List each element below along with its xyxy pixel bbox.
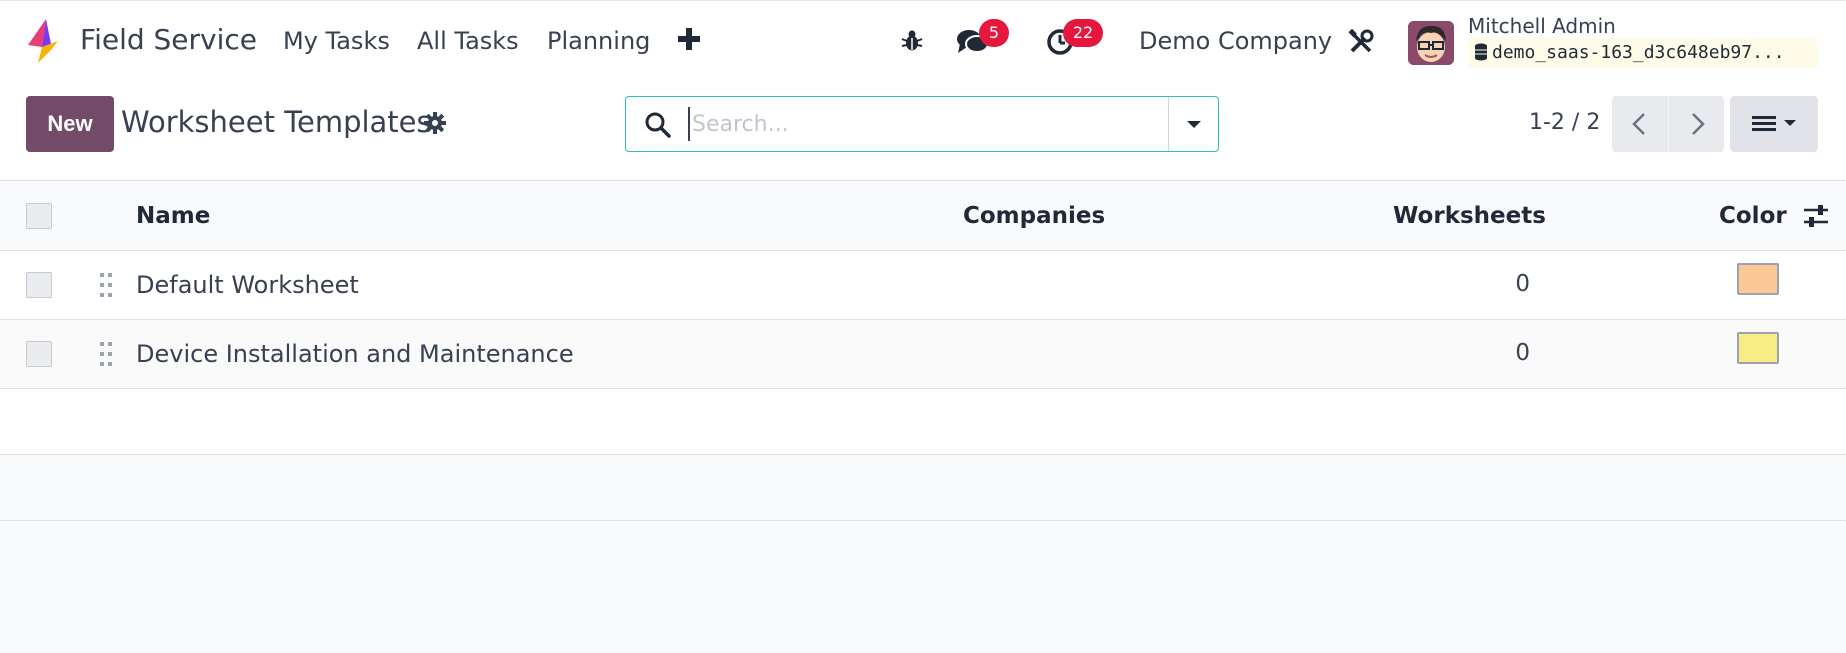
menu-all-tasks[interactable]: All Tasks: [417, 27, 519, 55]
chevron-left-icon: [1632, 113, 1645, 135]
company-switcher[interactable]: Demo Company: [1139, 27, 1332, 55]
empty-row: [0, 455, 1846, 521]
color-swatch[interactable]: [1737, 263, 1779, 295]
database-name: demo_saas-163_d3c648eb97...: [1468, 38, 1818, 68]
gear-icon[interactable]: [424, 112, 446, 134]
row-worksheets: 0: [1515, 340, 1530, 366]
table-row[interactable]: Device Installation and Maintenance 0: [0, 320, 1846, 389]
row-checkbox[interactable]: [26, 272, 52, 298]
list-view: Name Companies Worksheets Color Default …: [0, 180, 1846, 653]
column-header-name[interactable]: Name: [136, 203, 210, 229]
menu-my-tasks[interactable]: My Tasks: [283, 27, 390, 55]
pager-next-button[interactable]: [1668, 96, 1724, 152]
search-options-toggle[interactable]: [1168, 97, 1218, 151]
search-icon: [645, 112, 671, 138]
row-worksheets: 0: [1515, 271, 1530, 297]
search-bar: [625, 96, 1219, 152]
app-name[interactable]: Field Service: [80, 23, 257, 56]
bug-icon[interactable]: [900, 29, 924, 53]
page-title: Worksheet Templates: [121, 105, 432, 139]
column-header-companies[interactable]: Companies: [963, 203, 1105, 229]
menu-planning[interactable]: Planning: [547, 27, 650, 55]
row-checkbox[interactable]: [26, 341, 52, 367]
new-button[interactable]: New: [26, 96, 114, 152]
pager-previous-button[interactable]: [1612, 96, 1668, 152]
empty-row: [0, 389, 1846, 455]
chevron-right-icon: [1692, 113, 1705, 135]
row-name[interactable]: Default Worksheet: [136, 271, 359, 299]
sliders-icon[interactable]: [1802, 203, 1830, 229]
drag-handle-icon[interactable]: [99, 272, 113, 298]
table-row[interactable]: Default Worksheet 0: [0, 251, 1846, 320]
drag-handle-icon[interactable]: [99, 341, 113, 367]
select-all-checkbox[interactable]: [26, 203, 52, 229]
view-switcher-button[interactable]: [1730, 96, 1818, 152]
plus-icon[interactable]: [675, 25, 703, 53]
color-swatch[interactable]: [1737, 332, 1779, 364]
tools-icon[interactable]: [1348, 29, 1374, 55]
user-name[interactable]: Mitchell Admin: [1468, 14, 1616, 38]
row-name[interactable]: Device Installation and Maintenance: [136, 340, 574, 368]
messages-badge: 5: [979, 19, 1009, 47]
list-view-icon: [1752, 116, 1796, 131]
database-label: demo_saas-163_d3c648eb97...: [1492, 42, 1785, 63]
database-icon: [1475, 43, 1487, 61]
activities-badge: 22: [1063, 19, 1103, 47]
pager-value[interactable]: 1-2 / 2: [1529, 110, 1600, 135]
table-header: Name Companies Worksheets Color: [0, 181, 1846, 251]
top-navbar: Field Service My Tasks All Tasks Plannin…: [0, 0, 1846, 80]
search-input[interactable]: [688, 107, 1188, 141]
column-header-color[interactable]: Color: [1719, 203, 1787, 229]
caret-down-icon: [1187, 121, 1201, 128]
avatar[interactable]: [1408, 21, 1454, 65]
column-header-worksheets[interactable]: Worksheets: [1393, 203, 1546, 229]
app-logo-icon[interactable]: [24, 17, 64, 65]
